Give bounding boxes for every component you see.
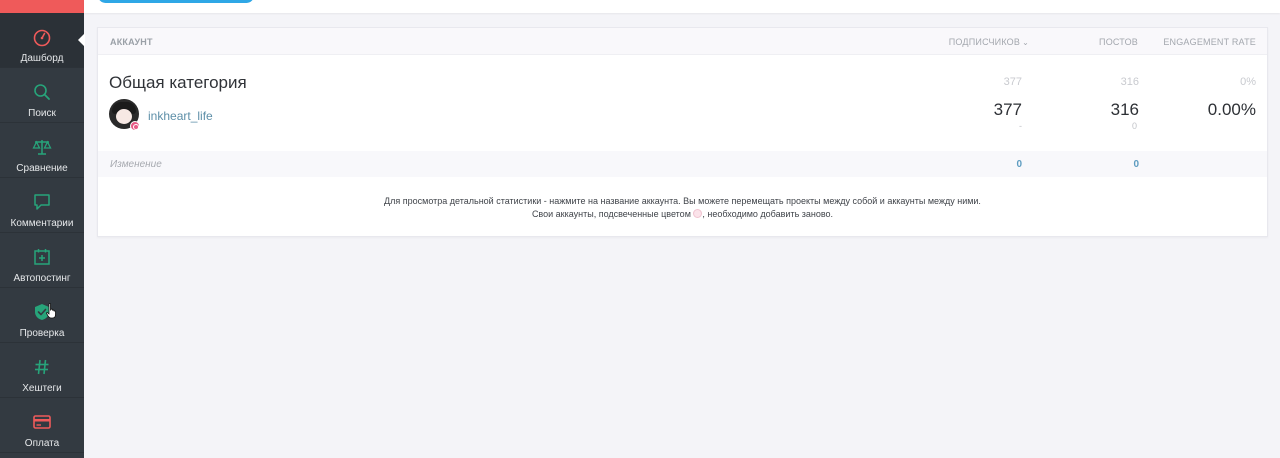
change-subscribers: 0 <box>1016 159 1022 170</box>
category-subscribers: 377 <box>1003 76 1022 88</box>
account-engagement: 0.00% <box>1207 100 1256 119</box>
hashtag-icon <box>31 357 53 377</box>
sidebar-item-payment[interactable]: Оплата <box>0 398 84 453</box>
category-title[interactable]: Общая категория <box>109 73 247 93</box>
sort-caret-icon: ⌄ <box>1022 38 1029 47</box>
sidebar-top-accent <box>0 0 84 13</box>
sidebar-item-label: Автопостинг <box>13 273 71 284</box>
info-line-2-start: Свои аккаунты, подсвеченные цветом <box>531 209 691 219</box>
info-line-2-end: , необходимо добавить заново. <box>702 209 834 219</box>
sidebar-item-check[interactable]: Проверка <box>0 288 84 343</box>
comment-icon <box>31 192 53 212</box>
sidebar-item-hashtags[interactable]: Хештеги <box>0 343 84 398</box>
table-header: АККАУНТ ПОДПИСЧИКОВ ⌄ ПОСТОВ ENGAGEMENT R… <box>98 28 1267 55</box>
sidebar-item-autoposting[interactable]: Автопостинг <box>0 233 84 288</box>
sidebar-item-label: Дашборд <box>20 53 64 64</box>
account-posts: 316 <box>1110 100 1139 119</box>
speedometer-icon <box>31 27 53 47</box>
info-text: Для просмотра детальной статистики - наж… <box>98 195 1267 221</box>
column-header-posts[interactable]: ПОСТОВ <box>1099 37 1138 47</box>
sidebar-item-label: Хештеги <box>22 383 62 394</box>
account-posts-change: 0 <box>1131 121 1137 131</box>
search-icon <box>31 82 53 102</box>
hand-cursor-icon <box>46 303 56 319</box>
avatar-face <box>116 109 132 124</box>
sidebar-item-label: Комментарии <box>10 218 74 229</box>
credit-card-icon <box>31 412 53 432</box>
sidebar-item-search[interactable]: Поиск <box>0 68 84 123</box>
change-label: Изменение <box>110 159 162 170</box>
sidebar-item-compare[interactable]: Сравнение <box>0 123 84 178</box>
info-line-2: Свои аккаунты, подсвеченные цветом , нео… <box>98 208 1267 221</box>
change-row: Изменение 0 0 <box>98 151 1267 177</box>
sidebar-item-label: Поиск <box>28 108 56 119</box>
sidebar-item-label: Проверка <box>19 328 65 339</box>
top-header <box>84 0 1280 13</box>
column-header-engagement[interactable]: ENGAGEMENT RATE <box>1163 37 1256 47</box>
sidebar-item-comments[interactable]: Комментарии <box>0 178 84 233</box>
scales-icon <box>31 137 53 157</box>
calendar-plus-icon <box>31 247 53 267</box>
primary-action-button[interactable] <box>98 0 254 3</box>
accounts-table-card: АККАУНТ ПОДПИСЧИКОВ ⌄ ПОСТОВ ENGAGEMENT R… <box>97 27 1268 237</box>
sidebar-item-dashboard[interactable]: Дашборд <box>0 13 85 68</box>
sidebar: Дашборд Поиск Сравнение Комментарии Авто… <box>0 0 85 458</box>
column-header-subscribers[interactable]: ПОДПИСЧИКОВ ⌄ <box>949 37 1029 47</box>
account-name-link[interactable]: inkheart_life <box>148 109 213 123</box>
account-subscribers: 377 <box>993 100 1022 119</box>
category-engagement: 0% <box>1240 76 1256 88</box>
column-header-label: ПОДПИСЧИКОВ <box>948 37 1021 47</box>
category-posts: 316 <box>1120 76 1139 88</box>
instagram-icon <box>130 121 140 131</box>
info-line-1: Для просмотра детальной статистики - наж… <box>384 196 981 206</box>
account-subscribers-change: - <box>1019 121 1022 131</box>
column-header-account[interactable]: АККАУНТ <box>110 37 153 47</box>
change-posts: 0 <box>1133 159 1139 170</box>
sidebar-item-label: Оплата <box>24 438 60 449</box>
sidebar-item-label: Сравнение <box>16 163 68 174</box>
